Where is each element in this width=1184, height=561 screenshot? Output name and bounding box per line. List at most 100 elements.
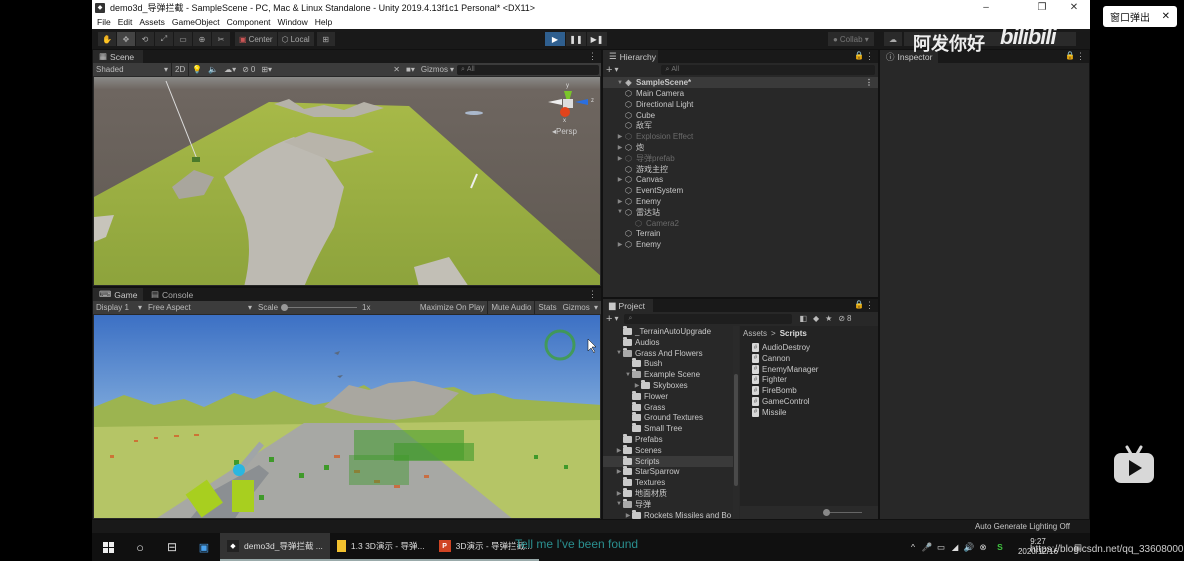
hierarchy-item[interactable]: ⬡ 敌军 (603, 120, 878, 131)
hierarchy-item[interactable]: ⬡ EventSystem (603, 185, 878, 196)
project-folder-item[interactable]: Bush (603, 358, 733, 369)
camera-settings-icon[interactable]: ■▾ (403, 63, 418, 76)
tab-console[interactable]: ▤ Console (145, 288, 197, 301)
hierarchy-item[interactable]: ▶ ⬡ Enemy (603, 239, 878, 250)
cloud-icon[interactable]: ☁ (884, 32, 902, 46)
more-options-icon[interactable]: ⋮ (1076, 51, 1085, 62)
expand-arrow-icon[interactable]: ▶ (616, 176, 624, 183)
close-icon[interactable]: ✕ (1162, 11, 1170, 22)
project-folder-item[interactable]: ▼ 导弹 (603, 498, 733, 510)
wifi-icon[interactable]: ◢ (948, 533, 962, 561)
create-dropdown[interactable]: + ▾ (603, 63, 621, 76)
hidden-packages-toggle[interactable]: ⊘ 8 (835, 312, 854, 325)
hierarchy-item[interactable]: ▶ ⬡ Explosion Effect (603, 131, 878, 142)
hierarchy-item[interactable]: ▶ ⬡ 炮 (603, 142, 878, 153)
hierarchy-item[interactable]: ⬡ Camera2 (603, 218, 878, 229)
project-folder-item[interactable]: Audios (603, 336, 733, 348)
more-options-icon[interactable]: ⋮ (588, 289, 597, 300)
more-options-icon[interactable]: ⋮ (588, 51, 597, 62)
search-by-label-icon[interactable]: ◆ (810, 312, 822, 325)
popup-window-button[interactable]: 窗口弹出 ✕ (1103, 6, 1177, 27)
menu-assets[interactable]: Assets (139, 17, 165, 27)
icon-size-slider-thumb[interactable] (823, 509, 830, 516)
collab-button[interactable]: ● Collab ▾ (828, 32, 874, 46)
project-folder-item[interactable]: ▼ Example Scene (603, 369, 733, 380)
lighting-toggle-icon[interactable]: 💡 (189, 63, 205, 76)
favorite-icon[interactable]: ★ (822, 312, 835, 325)
project-folder-item[interactable]: ▶ Rockets Missiles and Bo (603, 509, 733, 519)
aspect-dropdown[interactable]: Free Aspect ▾ (145, 301, 255, 314)
project-folder-item[interactable]: ▶ Skyboxes (603, 380, 733, 391)
script-asset[interactable]: # EnemyManager (740, 364, 878, 375)
maximize-on-play-toggle[interactable]: Maximize On Play (417, 301, 487, 314)
breadcrumb-scripts[interactable]: Scripts (780, 329, 807, 338)
hierarchy-item[interactable]: ▼ ⬡ 雷达站 (603, 207, 878, 218)
create-dropdown[interactable]: + ▾ (603, 312, 621, 325)
rect-tool-icon[interactable]: ▭ (174, 32, 192, 46)
custom-tool-icon[interactable]: ✂ (212, 32, 230, 46)
script-asset[interactable]: # GameControl (740, 396, 878, 407)
minimize-button[interactable]: – (972, 0, 1000, 15)
script-asset[interactable]: # AudioDestroy (740, 342, 878, 353)
lock-icon[interactable]: 🔒 (1065, 51, 1075, 60)
play-button[interactable]: ▶ (545, 32, 565, 46)
hierarchy-item[interactable]: ▶ ⬡ Canvas (603, 174, 878, 185)
expand-arrow-icon[interactable]: ▶ (616, 133, 624, 140)
hierarchy-item[interactable]: ⬡ Directional Light (603, 99, 878, 110)
expand-arrow-icon[interactable]: ▼ (616, 209, 624, 215)
taskbar-app-unity[interactable]: ◆ demo3d_导弹拦截 ... (220, 533, 330, 561)
slider-thumb[interactable] (281, 304, 289, 311)
toggle-2d-button[interactable]: 2D (172, 63, 188, 76)
hierarchy-search-input[interactable]: ⌕ All (661, 64, 875, 75)
menu-help[interactable]: Help (315, 17, 332, 27)
tree-scrollbar[interactable] (733, 326, 739, 519)
expand-arrow-icon[interactable]: ▶ (624, 512, 632, 519)
game-viewport[interactable] (94, 315, 600, 518)
more-options-icon[interactable]: ⋮ (865, 300, 874, 311)
scene-viewport[interactable]: y z x ◂Persp (94, 77, 600, 285)
hierarchy-item[interactable]: ⬡ 游戏主控 (603, 164, 878, 175)
scale-tool-icon[interactable]: ⤢ (155, 32, 173, 46)
effects-toggle-icon[interactable]: ☁▾ (221, 63, 239, 76)
close-button[interactable]: ✕ (1060, 0, 1088, 15)
project-folder-item[interactable]: Flower (603, 390, 733, 402)
menu-window[interactable]: Window (278, 17, 308, 27)
scene-row[interactable]: ▼ ◈ SampleScene* ⋮ (603, 77, 878, 88)
scale-slider[interactable] (281, 301, 359, 314)
tools-icon[interactable]: ✕ (390, 63, 403, 76)
mute-audio-toggle[interactable]: Mute Audio (488, 301, 534, 314)
cortana-icon[interactable]: ○ (124, 533, 156, 561)
hierarchy-item[interactable]: ⬡ Main Camera (603, 88, 878, 99)
hierarchy-item[interactable]: ▶ ⬡ 导弹prefab (603, 153, 878, 164)
project-folder-item[interactable]: ▶ StarSparrow (603, 466, 733, 477)
scene-search-input[interactable]: ⌕ All (457, 64, 599, 75)
app-tray-icon[interactable]: S (990, 533, 1010, 561)
project-folder-item[interactable]: Grass (603, 401, 733, 413)
pivot-local-toggle[interactable]: ⬡ Local (277, 32, 314, 46)
snap-icon[interactable]: ⊞ (316, 32, 335, 46)
menu-edit[interactable]: Edit (118, 17, 133, 27)
status-icon[interactable]: ⊗ (976, 533, 990, 561)
project-folder-item[interactable]: Textures (603, 477, 733, 488)
menu-file[interactable]: File (97, 17, 111, 27)
volume-icon[interactable]: 🔊 (962, 533, 976, 561)
expand-arrow-icon[interactable]: ▶ (616, 241, 624, 248)
rotate-tool-icon[interactable]: ⟲ (136, 32, 154, 46)
transform-tool-icon[interactable]: ⊕ (193, 32, 211, 46)
taskbar-app-folder[interactable]: 1.3 3D演示 - 导弹... (329, 533, 432, 561)
tab-project[interactable]: ▆ Project (603, 299, 653, 312)
project-folder-item[interactable]: ▶ Scenes (603, 444, 733, 456)
expand-arrow-icon[interactable]: ▼ (615, 350, 623, 356)
script-asset[interactable]: # Fighter (740, 374, 878, 385)
tab-game[interactable]: ⌨ Game (93, 288, 143, 301)
hierarchy-item[interactable]: ⬡ Terrain (603, 228, 878, 239)
project-folder-item[interactable]: Small Tree (603, 423, 733, 434)
script-asset[interactable]: # Cannon (740, 353, 878, 364)
project-folder-item[interactable]: ▼ Grass And Flowers (603, 347, 733, 359)
expand-arrow-icon[interactable]: ▶ (633, 382, 641, 389)
shading-dropdown[interactable]: Shaded ▾ (93, 63, 171, 76)
breadcrumb-assets[interactable]: Assets (743, 329, 767, 338)
perspective-toggle[interactable]: ◂Persp (552, 127, 577, 136)
pause-button[interactable]: ❚❚ (566, 32, 586, 46)
step-button[interactable]: ▶❚ (587, 32, 607, 46)
